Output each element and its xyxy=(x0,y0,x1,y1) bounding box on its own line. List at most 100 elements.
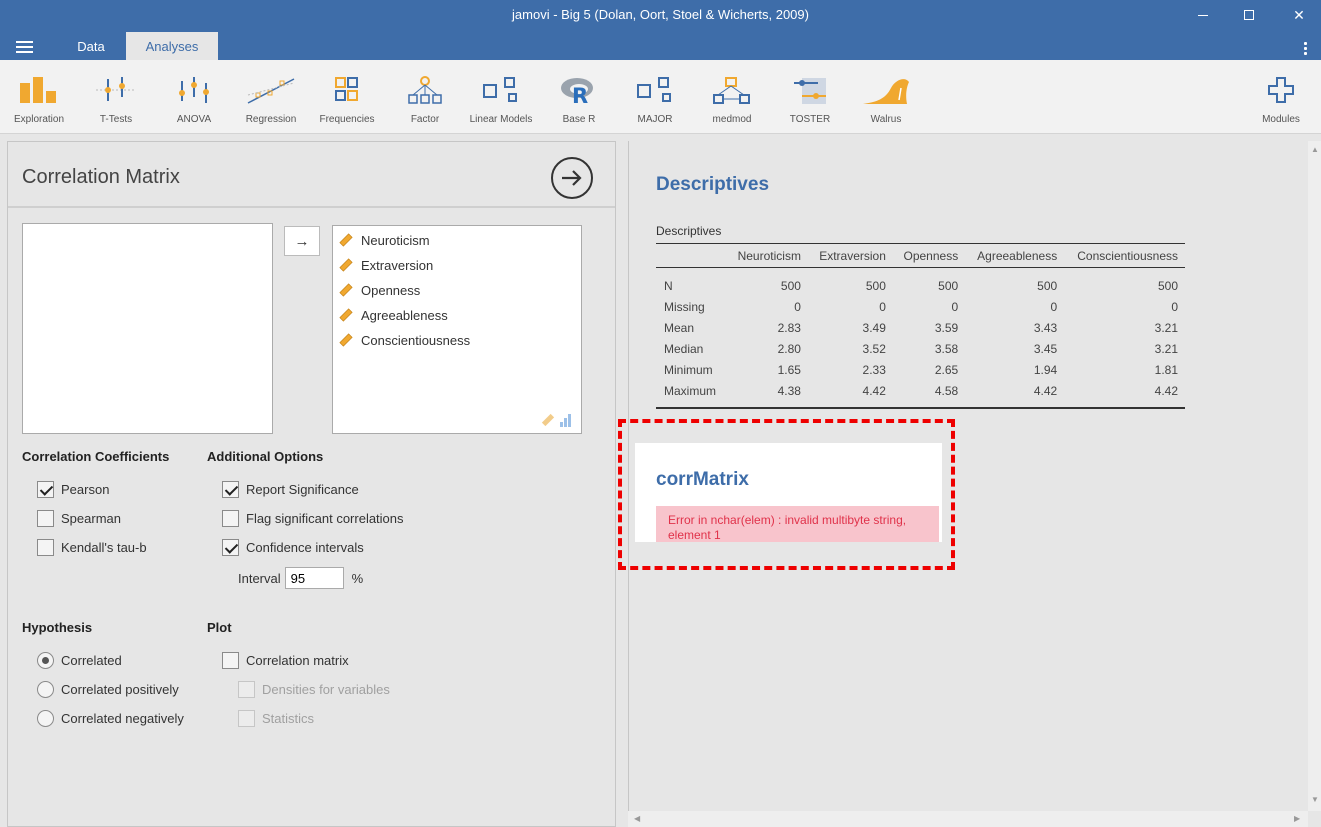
ruler-icon xyxy=(339,283,353,297)
svg-text:R: R xyxy=(572,84,588,105)
table-cell: 3.43 xyxy=(1033,321,1058,335)
list-item[interactable]: Extraversion xyxy=(339,255,433,275)
ribbon-major[interactable]: MAJOR xyxy=(630,60,680,134)
statistics-checkbox[interactable]: Statistics xyxy=(238,708,314,728)
variable-name: Openness xyxy=(361,282,421,298)
ribbon-walrus[interactable]: Walrus xyxy=(860,60,912,134)
ribbon-t-tests[interactable]: T-Tests xyxy=(88,60,144,134)
correlated-radio[interactable]: Correlated xyxy=(37,650,122,670)
highlight-annotation xyxy=(618,419,955,570)
ribbon-anova[interactable]: ANOVA xyxy=(166,60,222,134)
densities-checkbox[interactable]: Densities for variables xyxy=(238,679,390,699)
radio-icon xyxy=(37,709,54,727)
ruler-icon xyxy=(339,308,353,322)
arrow-right-icon: → xyxy=(294,232,310,250)
horizontal-scrollbar[interactable]: ◀ ▶ xyxy=(628,811,1308,827)
list-item[interactable]: Openness xyxy=(339,280,420,300)
ruler-icon xyxy=(339,333,353,347)
maximize-button[interactable] xyxy=(1226,0,1272,30)
menu-icon[interactable] xyxy=(16,41,33,53)
scroll-down-icon[interactable]: ▼ xyxy=(1311,795,1319,804)
correlated-negatively-radio[interactable]: Correlated negatively xyxy=(37,708,184,728)
table-cell: 3.49 xyxy=(862,321,886,335)
confidence-intervals-checkbox[interactable]: Confidence intervals xyxy=(222,537,364,557)
available-variables-list[interactable] xyxy=(22,223,273,434)
tab-analyses[interactable]: Analyses xyxy=(126,32,218,60)
close-button[interactable]: ✕ xyxy=(1276,0,1321,30)
frequencies-icon xyxy=(332,72,362,108)
more-options-icon[interactable] xyxy=(1304,42,1308,55)
table-cell: N xyxy=(664,279,673,294)
factor-icon xyxy=(407,72,443,108)
walrus-icon xyxy=(861,72,911,108)
r-logo-icon: R xyxy=(560,72,598,108)
table-cell: 0 xyxy=(1171,300,1178,314)
option-label: Correlated negatively xyxy=(61,710,184,726)
ribbon-exploration[interactable]: Exploration xyxy=(8,60,70,134)
report-significance-checkbox[interactable]: Report Significance xyxy=(222,479,359,499)
correlation-matrix-checkbox[interactable]: Correlation matrix xyxy=(222,650,349,670)
close-icon: ✕ xyxy=(1293,6,1305,23)
table-row: Median 2.80 3.52 3.58 3.45 3.21 xyxy=(656,339,1185,360)
ruler-icon xyxy=(339,258,353,272)
checkbox-icon xyxy=(238,680,255,698)
minimize-button[interactable] xyxy=(1180,0,1226,30)
column-header xyxy=(656,243,727,268)
regression-icon xyxy=(246,72,296,108)
option-label: Densities for variables xyxy=(262,681,390,697)
ribbon-modules[interactable]: Modules xyxy=(1256,60,1306,134)
list-item[interactable]: Agreeableness xyxy=(339,305,448,325)
kendall-checkbox[interactable]: Kendall's tau-b xyxy=(37,537,147,557)
tab-strip: Data Analyses xyxy=(0,30,1321,60)
scroll-right-icon[interactable]: ▶ xyxy=(1294,814,1300,823)
scroll-up-icon[interactable]: ▲ xyxy=(1311,145,1319,154)
column-header: Extraversion xyxy=(807,243,893,268)
pearson-checkbox[interactable]: Pearson xyxy=(37,479,109,499)
additional-options-heading: Additional Options xyxy=(207,449,324,464)
descriptives-title: Descriptives xyxy=(656,174,770,195)
interval-row: Interval % xyxy=(238,567,363,589)
list-item[interactable]: Neuroticism xyxy=(339,230,430,250)
table-row: Maximum 4.38 4.42 4.58 4.42 4.42 xyxy=(656,380,1185,409)
column-header: Conscientiousness xyxy=(1064,243,1185,268)
interval-input[interactable] xyxy=(284,567,344,589)
ribbon-label: Frequencies xyxy=(319,114,375,125)
vertical-scrollbar[interactable]: ▲ ▼ xyxy=(1308,141,1321,811)
ribbon-toster[interactable]: TOSTER xyxy=(784,60,836,134)
ribbon-medmod[interactable]: medmod xyxy=(706,60,758,134)
table-cell: 500 xyxy=(938,279,959,294)
ribbon-factor[interactable]: Factor xyxy=(400,60,450,134)
correlated-positively-radio[interactable]: Correlated positively xyxy=(37,679,179,699)
flag-significant-checkbox[interactable]: Flag significant correlations xyxy=(222,508,404,528)
ribbon-regression[interactable]: Regression xyxy=(240,60,302,134)
table-cell: 3.45 xyxy=(1033,342,1058,356)
ribbon-linear-models[interactable]: Linear Models xyxy=(466,60,536,134)
tab-data[interactable]: Data xyxy=(62,32,120,60)
selected-variables-list[interactable]: Neuroticism Extraversion Openness Agreea… xyxy=(332,225,582,434)
minimize-icon xyxy=(1198,14,1208,16)
table-cell: 1.65 xyxy=(777,363,801,377)
option-label: Confidence intervals xyxy=(246,539,364,555)
checkbox-icon xyxy=(37,509,54,527)
table-cell: 0 xyxy=(1050,300,1058,314)
option-label: Pearson xyxy=(61,481,110,497)
option-label: Correlated positively xyxy=(61,681,179,697)
modules-plus-icon xyxy=(1266,72,1296,108)
close-panel-button[interactable] xyxy=(551,157,593,199)
option-label: Flag significant correlations xyxy=(246,510,404,526)
window-title: jamovi - Big 5 (Dolan, Oort, Stoel & Wic… xyxy=(512,7,809,22)
table-cell: 2.80 xyxy=(777,342,801,356)
table-cell: 4.58 xyxy=(892,380,966,409)
table-cell: 4.38 xyxy=(726,380,808,409)
ribbon-label: medmod xyxy=(712,114,752,125)
ribbon-base-r[interactable]: R Base R xyxy=(556,60,602,134)
option-label: Kendall's tau-b xyxy=(61,539,147,555)
spearman-checkbox[interactable]: Spearman xyxy=(37,508,121,528)
list-item[interactable]: Conscientiousness xyxy=(339,330,470,350)
anova-icon xyxy=(172,72,216,108)
radio-icon xyxy=(37,680,54,698)
ribbon-frequencies[interactable]: Frequencies xyxy=(316,60,378,134)
table-cell: 0 xyxy=(794,300,801,314)
move-variables-button[interactable]: → xyxy=(284,226,320,256)
scroll-left-icon[interactable]: ◀ xyxy=(634,814,640,823)
